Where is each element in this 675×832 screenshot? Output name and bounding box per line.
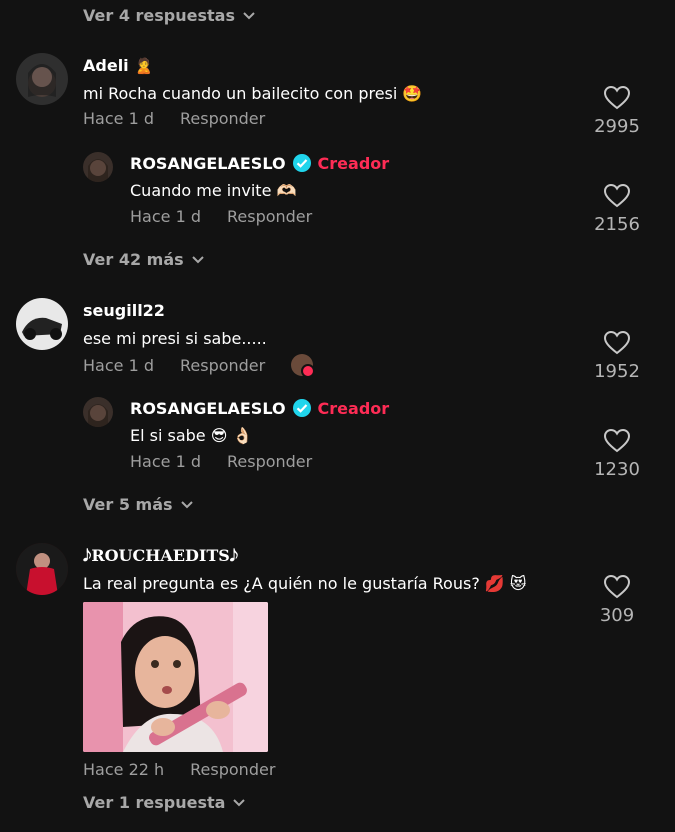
avatar[interactable] (16, 53, 68, 105)
like-control: 2995 (582, 86, 652, 137)
reply-author[interactable]: ROSANGELAESLO Creador (130, 398, 389, 418)
meme-image (83, 602, 268, 752)
chevron-down-icon (233, 798, 246, 806)
heart-icon[interactable] (604, 184, 630, 208)
reply-button[interactable]: Responder (227, 207, 312, 226)
reply-button[interactable]: Responder (190, 760, 275, 779)
chevron-down-icon (180, 500, 193, 508)
heart-icon[interactable] (604, 86, 630, 110)
attached-image[interactable] (83, 602, 268, 752)
heart-icon[interactable] (604, 575, 630, 599)
timestamp: Hace 1 d (130, 207, 201, 226)
creator-badge: Creador (317, 153, 390, 173)
reply-text: Cuando me invite 🫶🏻 (130, 181, 297, 200)
verified-badge-icon (292, 154, 311, 172)
reply-button[interactable]: Responder (180, 109, 265, 128)
username: ROSANGELAESLO (130, 153, 286, 173)
comment-author[interactable]: seugill22 (83, 301, 165, 320)
comment-meta: Hace 1 d Responder (83, 354, 316, 378)
reply-button[interactable]: Responder (180, 356, 265, 375)
like-control: 2156 (582, 184, 652, 235)
timestamp: Hace 22 h (83, 760, 165, 779)
timestamp: Hace 1 d (83, 109, 154, 128)
reply-meta: Hace 1 d Responder (130, 452, 312, 471)
view-more-label: Ver 1 respuesta (83, 793, 226, 812)
comment-text: ese mi presi si sabe..... (83, 329, 267, 348)
avatar[interactable] (16, 298, 68, 350)
comment-meta: Hace 22 h Responder (83, 760, 275, 779)
avatar-image (22, 317, 62, 340)
like-control: 1952 (582, 331, 652, 382)
reply-avatar[interactable] (83, 397, 113, 427)
avatar-image (88, 159, 108, 182)
heart-icon[interactable] (604, 429, 630, 453)
avatar[interactable] (16, 543, 68, 595)
avatar-image (16, 543, 68, 595)
timestamp: Hace 1 d (83, 355, 154, 375)
chevron-down-icon (243, 11, 255, 19)
like-control: 1230 (582, 429, 652, 480)
view-more-replies-button[interactable]: Ver 1 respuesta (83, 793, 246, 812)
heart-icon[interactable] (604, 331, 630, 355)
avatar-image (28, 64, 56, 97)
like-count: 2156 (594, 214, 640, 235)
like-count: 1952 (594, 361, 640, 382)
like-count: 309 (599, 605, 635, 626)
comment-text: mi Rocha cuando un bailecito con presi 🤩 (83, 84, 423, 103)
username: Adeli (83, 56, 129, 75)
view-more-replies-button[interactable]: Ver 4 respuestas (83, 6, 255, 25)
reply-text: El si sabe 😎 👌🏻 (130, 426, 253, 445)
like-count: 1230 (594, 459, 640, 480)
comment-author[interactable]: Adeli 🙎 (83, 56, 153, 75)
view-more-label: Ver 42 más (83, 250, 184, 269)
avatar-image (88, 404, 108, 427)
comment-author[interactable]: 𝅘𝅥𝅮ROUCHAEDITS𝅘𝅥𝅮 (83, 546, 238, 566)
view-more-label: Ver 4 respuestas (83, 6, 235, 25)
reply-button[interactable]: Responder (227, 452, 312, 471)
reply-author[interactable]: ROSANGELAESLO Creador (130, 153, 389, 173)
user-emoji: 🙎 (134, 56, 154, 75)
username: seugill22 (83, 301, 165, 320)
reply-avatar[interactable] (83, 152, 113, 182)
chevron-down-icon (191, 255, 204, 263)
timestamp: Hace 1 d (130, 452, 201, 471)
username: ROSANGELAESLO (130, 398, 286, 418)
view-more-replies-button[interactable]: Ver 42 más (83, 250, 204, 269)
view-more-replies-button[interactable]: Ver 5 más (83, 495, 193, 514)
reply-meta: Hace 1 d Responder (130, 207, 312, 226)
view-more-label: Ver 5 más (83, 495, 173, 514)
username: 𝅘𝅥𝅮ROUCHAEDITS𝅘𝅥𝅮 (83, 546, 239, 565)
like-control: 309 (582, 575, 652, 626)
like-count: 2995 (594, 116, 640, 137)
creator-liked-avatar (291, 354, 316, 378)
comment-meta: Hace 1 d Responder (83, 109, 265, 128)
comment-text: La real pregunta es ¿A quién no le gusta… (83, 574, 527, 593)
creator-badge: Creador (317, 398, 390, 418)
verified-badge-icon (292, 399, 311, 417)
